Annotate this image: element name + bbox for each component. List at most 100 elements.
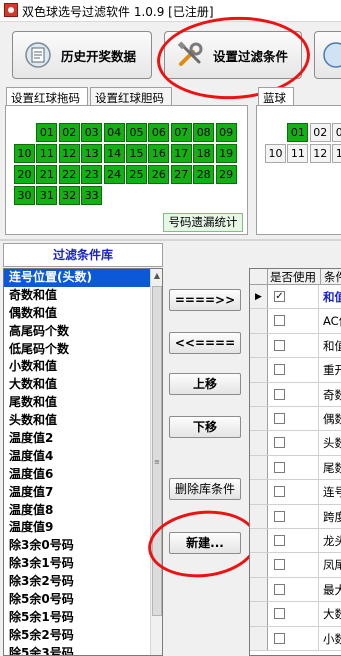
library-item[interactable]: 除5余0号码 <box>4 591 151 609</box>
condition-name-cell[interactable]: 重开 <box>318 358 341 382</box>
tab-blue[interactable]: 蓝球 <box>258 87 294 106</box>
condition-name-cell[interactable]: 和值 <box>318 285 341 309</box>
red-ball[interactable]: 33 <box>81 186 103 205</box>
condition-name-cell[interactable]: 尾数 <box>318 455 341 480</box>
library-item[interactable]: 除5余1号码 <box>4 609 151 627</box>
grid-row[interactable]: 龙头 <box>250 529 341 554</box>
library-item[interactable]: 偶数和值 <box>4 305 151 323</box>
red-ball[interactable]: 15 <box>126 144 147 163</box>
library-item[interactable]: 除5余2号码 <box>4 627 151 645</box>
library-item[interactable]: 温度值9 <box>4 519 151 537</box>
grid-row[interactable]: 小数 <box>250 626 341 651</box>
library-item[interactable]: 除3余1号码 <box>4 555 151 573</box>
grid-row[interactable]: 头数 <box>250 431 341 456</box>
grid-row[interactable]: 重开 <box>250 358 341 383</box>
remove-condition-button[interactable]: <<==== <box>169 332 241 354</box>
delete-library-condition-button[interactable]: 删除库条件 <box>169 478 241 500</box>
blue-ball[interactable]: 02 <box>309 123 331 142</box>
col-use-header[interactable]: 是否使用 <box>268 269 321 285</box>
library-item[interactable]: 低尾码个数 <box>4 341 151 359</box>
red-ball[interactable]: 30 <box>14 186 35 205</box>
grid-row[interactable]: 跨度 <box>250 504 341 529</box>
row-header[interactable] <box>250 480 268 504</box>
grid-row[interactable]: 大数 <box>250 602 341 627</box>
red-ball[interactable]: 12 <box>58 144 80 163</box>
grid-row[interactable]: 奇数 <box>250 382 341 407</box>
red-ball[interactable]: 31 <box>36 186 58 205</box>
row-header[interactable] <box>250 455 268 480</box>
use-checkbox[interactable] <box>274 535 285 546</box>
row-header[interactable] <box>250 626 268 650</box>
use-checkbox[interactable] <box>274 437 285 449</box>
blue-ball[interactable]: 01 <box>287 123 309 142</box>
row-header[interactable] <box>250 407 268 431</box>
red-ball[interactable]: 22 <box>58 165 80 184</box>
row-header[interactable] <box>250 382 268 406</box>
move-down-button[interactable]: 下移 <box>169 416 241 438</box>
missing-stats-button[interactable]: 号码遗漏统计 <box>163 213 243 232</box>
use-checkbox[interactable] <box>274 461 285 473</box>
red-ball[interactable]: 21 <box>36 165 58 184</box>
library-item[interactable]: 小数和值 <box>4 358 151 376</box>
blue-ball[interactable]: 11 <box>287 144 309 163</box>
library-item[interactable]: 除3余0号码 <box>4 537 151 555</box>
condition-name-cell[interactable]: 奇数 <box>318 382 341 406</box>
row-header[interactable] <box>250 553 268 577</box>
blue-ball[interactable]: 13 <box>332 144 341 163</box>
condition-name-cell[interactable]: 大数 <box>318 602 341 626</box>
row-header[interactable] <box>250 577 268 602</box>
scroll-thumb[interactable] <box>152 286 162 616</box>
condition-name-cell[interactable]: 最大 <box>318 577 341 602</box>
red-ball[interactable]: 11 <box>36 144 58 163</box>
use-checkbox[interactable] <box>274 364 285 376</box>
red-ball[interactable]: 07 <box>170 123 192 142</box>
use-checkbox[interactable] <box>274 583 285 595</box>
library-item[interactable]: 温度值8 <box>4 502 151 520</box>
scroll-up-arrow-icon[interactable]: ▲ <box>151 269 162 283</box>
red-ball[interactable]: 13 <box>81 144 103 163</box>
row-header[interactable] <box>250 431 268 455</box>
library-item[interactable]: 大数和值 <box>4 376 151 394</box>
blue-ball[interactable]: 12 <box>309 144 331 163</box>
red-ball[interactable]: 06 <box>148 123 170 142</box>
grid-row[interactable]: 连号 <box>250 480 341 505</box>
tab-red-bold[interactable]: 设置红球胆码 <box>90 87 172 106</box>
library-item[interactable]: 奇数和值 <box>4 287 151 305</box>
set-filter-button[interactable]: 设置过滤条件 <box>164 31 302 79</box>
library-item[interactable]: 头数和值 <box>4 412 151 430</box>
condition-name-cell[interactable]: 头数 <box>318 431 341 455</box>
red-ball[interactable]: 32 <box>58 186 80 205</box>
blue-ball[interactable]: 10 <box>265 144 286 163</box>
grid-row[interactable]: 和值 <box>250 333 341 359</box>
history-data-button[interactable]: 历史开奖数据 <box>12 31 152 79</box>
red-ball[interactable]: 08 <box>193 123 215 142</box>
red-ball[interactable]: 04 <box>103 123 125 142</box>
row-header[interactable] <box>250 602 268 626</box>
grid-row[interactable]: 最大 <box>250 577 341 603</box>
library-scrollbar[interactable]: ▲ ≡ <box>150 269 162 655</box>
condition-name-cell[interactable]: 和值 <box>318 333 341 358</box>
library-item[interactable]: 除5余3号码 <box>4 645 151 655</box>
red-ball[interactable]: 26 <box>148 165 170 184</box>
grid-row[interactable]: 偶数 <box>250 407 341 432</box>
condition-name-cell[interactable]: 连号 <box>318 480 341 504</box>
row-header[interactable] <box>250 358 268 382</box>
library-item[interactable]: 温度值6 <box>4 466 151 484</box>
red-ball[interactable]: 20 <box>14 165 35 184</box>
grid-row[interactable]: 凤尾 <box>250 553 341 578</box>
use-checkbox[interactable] <box>274 510 285 522</box>
grid-row[interactable]: ▶ ✓ 和值 <box>250 285 341 310</box>
row-header[interactable] <box>250 309 268 333</box>
library-item[interactable]: 温度值4 <box>4 448 151 466</box>
condition-grid[interactable]: 是否使用 条件 ▶ ✓ 和值AC值和值重开奇数偶数头数尾数连号跨度龙头凤尾最大大数小… <box>249 268 341 656</box>
third-toolbar-button[interactable] <box>314 31 341 79</box>
add-condition-button[interactable]: ====>> <box>169 289 241 311</box>
red-ball[interactable]: 19 <box>215 144 237 163</box>
red-ball[interactable]: 29 <box>215 165 237 184</box>
row-header[interactable] <box>250 333 268 358</box>
use-checkbox[interactable] <box>274 632 285 644</box>
use-checkbox[interactable] <box>274 608 285 620</box>
use-checkbox[interactable] <box>274 315 285 327</box>
red-ball[interactable]: 02 <box>58 123 80 142</box>
col-condition-header[interactable]: 条件 <box>321 269 341 285</box>
